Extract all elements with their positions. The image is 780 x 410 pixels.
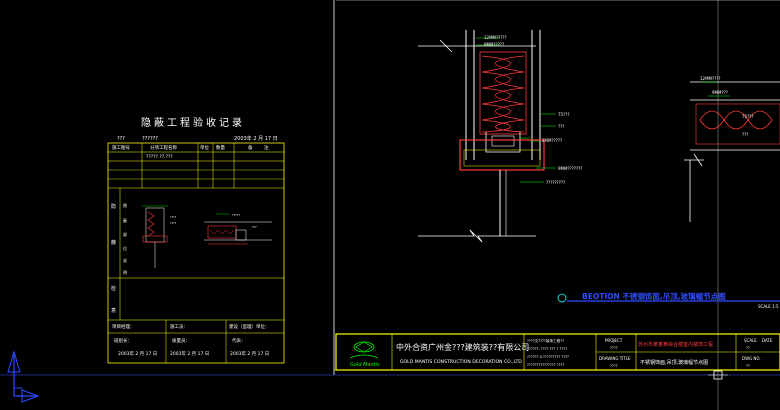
label-r-9mm: 9MM???	[712, 90, 728, 95]
side-col-b: 蔽	[123, 217, 127, 223]
company-cn: 中外合资广州金???建筑装??有限公司	[396, 342, 529, 352]
side-label-a: 隐	[111, 203, 116, 210]
record-table	[107, 142, 285, 364]
sign-quality: 质量员：	[172, 337, 190, 344]
side-col-a: 隐	[123, 202, 127, 208]
section-marker	[557, 293, 567, 303]
svg-text:???: ???	[252, 225, 257, 229]
item-text: ?????.??.???	[146, 154, 173, 160]
svg-text:????: ????	[170, 221, 177, 225]
svg-text:????: ????	[170, 215, 177, 219]
label-2mm: 2MM?????	[542, 138, 562, 143]
side-label-d: 意	[111, 307, 116, 314]
section-scale: SCALE 1:5	[758, 304, 779, 309]
label-3q: ???	[558, 124, 564, 129]
side-col-c: 部	[123, 231, 127, 237]
main-section-detail: 12MM????? 9MM????? 75??? ??? 2MM????? 9M…	[418, 30, 780, 309]
cad-canvas[interactable]: 隐蔽工程验收记录 ??? ?????? 2003年 2 月 17 日 施工图号 …	[0, 0, 780, 410]
drawing-frame	[0, 0, 780, 410]
mini-detail-1: ???? ????	[142, 205, 177, 268]
sheet-title: 隐蔽工程验收记录	[141, 116, 245, 129]
label-bottom: ?????????	[546, 180, 565, 185]
mini-detail-2: ????? ???	[204, 213, 272, 245]
cell-scale-value: ??	[746, 346, 750, 350]
logo-icon: Gold Mantis	[349, 341, 380, 368]
label-75: 75???	[558, 112, 569, 117]
sign-date-1: 2003年 2 月 17 日	[118, 350, 157, 357]
project-label: PROJECT	[605, 338, 623, 343]
svg-text:?????: ?????	[232, 213, 240, 217]
label-12mm: 12MM?????	[484, 35, 507, 40]
side-col-f: 明	[123, 270, 127, 275]
drawing-value: 不锈钢饰面,吊顶,玻璃幅节点图	[640, 359, 708, 366]
row1-label: ???	[117, 136, 125, 142]
logo-text: Gold Mantis	[350, 362, 380, 368]
row1-value: ??????	[142, 136, 158, 142]
drawing-title-label: DRAWING TITLE	[599, 356, 631, 361]
info-line-2: ??????: ???? ??? ? ????	[527, 347, 567, 351]
sign-pm: 项目经理：	[112, 323, 135, 330]
info-line-4: ??????????????? ????	[527, 363, 564, 367]
side-label-b: 蔽	[111, 239, 116, 246]
project-value: 苏州市某某某综合楼室内装饰工程	[638, 341, 713, 348]
header-drawing-no: 施工图号	[112, 144, 130, 151]
cell-dwg-label: DWG NO.	[742, 356, 761, 361]
label-r-q: ???	[742, 132, 748, 137]
sign-date-2: 2003年 2 月 17 日	[170, 350, 209, 357]
info-line-1: ????文????装饰工程??	[527, 338, 564, 343]
left-sheet: 隐蔽工程验收记录 ??? ?????? 2003年 2 月 17 日 施工图号 …	[107, 116, 285, 364]
sign-builder: 施工员：	[170, 323, 188, 330]
sign-supervisor: 建设（监理）单位：	[229, 323, 270, 330]
header-item-name: 分项工程名称	[150, 144, 177, 151]
label-9mm-b: 9MM???????	[558, 166, 582, 171]
info-line-3: ?????? 0.????????? ????	[527, 355, 569, 359]
sign-leader: 班组长：	[114, 337, 132, 344]
section-title: BEOTION 不锈钢饰面,吊顶,玻璃幅节点图	[582, 291, 726, 301]
header-remark-a: 备	[248, 144, 253, 151]
header-remark-b: 注	[264, 144, 269, 151]
ucs-icon	[7, 350, 40, 403]
side-col-e: 说	[123, 257, 127, 263]
cell-date-label: DATE	[762, 338, 773, 343]
cell-dwg-value: ??	[746, 364, 750, 368]
cell-scale-label: SCALE	[744, 338, 757, 343]
header-qty: 数量	[216, 144, 225, 151]
label-9mm: 9MM?????	[484, 42, 504, 47]
header-unit: 单位	[200, 144, 209, 151]
label-r-75: 75???	[742, 114, 753, 119]
title-block: Gold Mantis 中外合资广州金???建筑装??有限公司 GOLD MAN…	[335, 333, 780, 371]
side-col-d: 位	[123, 245, 127, 251]
sign-date-3: 2003年 2 月 17 日	[230, 350, 269, 357]
label-r-12mm: 12MM????	[700, 76, 720, 81]
project-cn: ????	[610, 346, 618, 350]
drawing-title-cn: ????	[610, 364, 618, 368]
side-label-c: 检	[111, 285, 116, 292]
company-en: GOLD MANTIS CONSTRUCTION DECORATION CO.,…	[400, 359, 522, 365]
sign-rep: 代表：	[232, 337, 246, 344]
row1-date: 2003年 2 月 17 日	[234, 135, 278, 142]
